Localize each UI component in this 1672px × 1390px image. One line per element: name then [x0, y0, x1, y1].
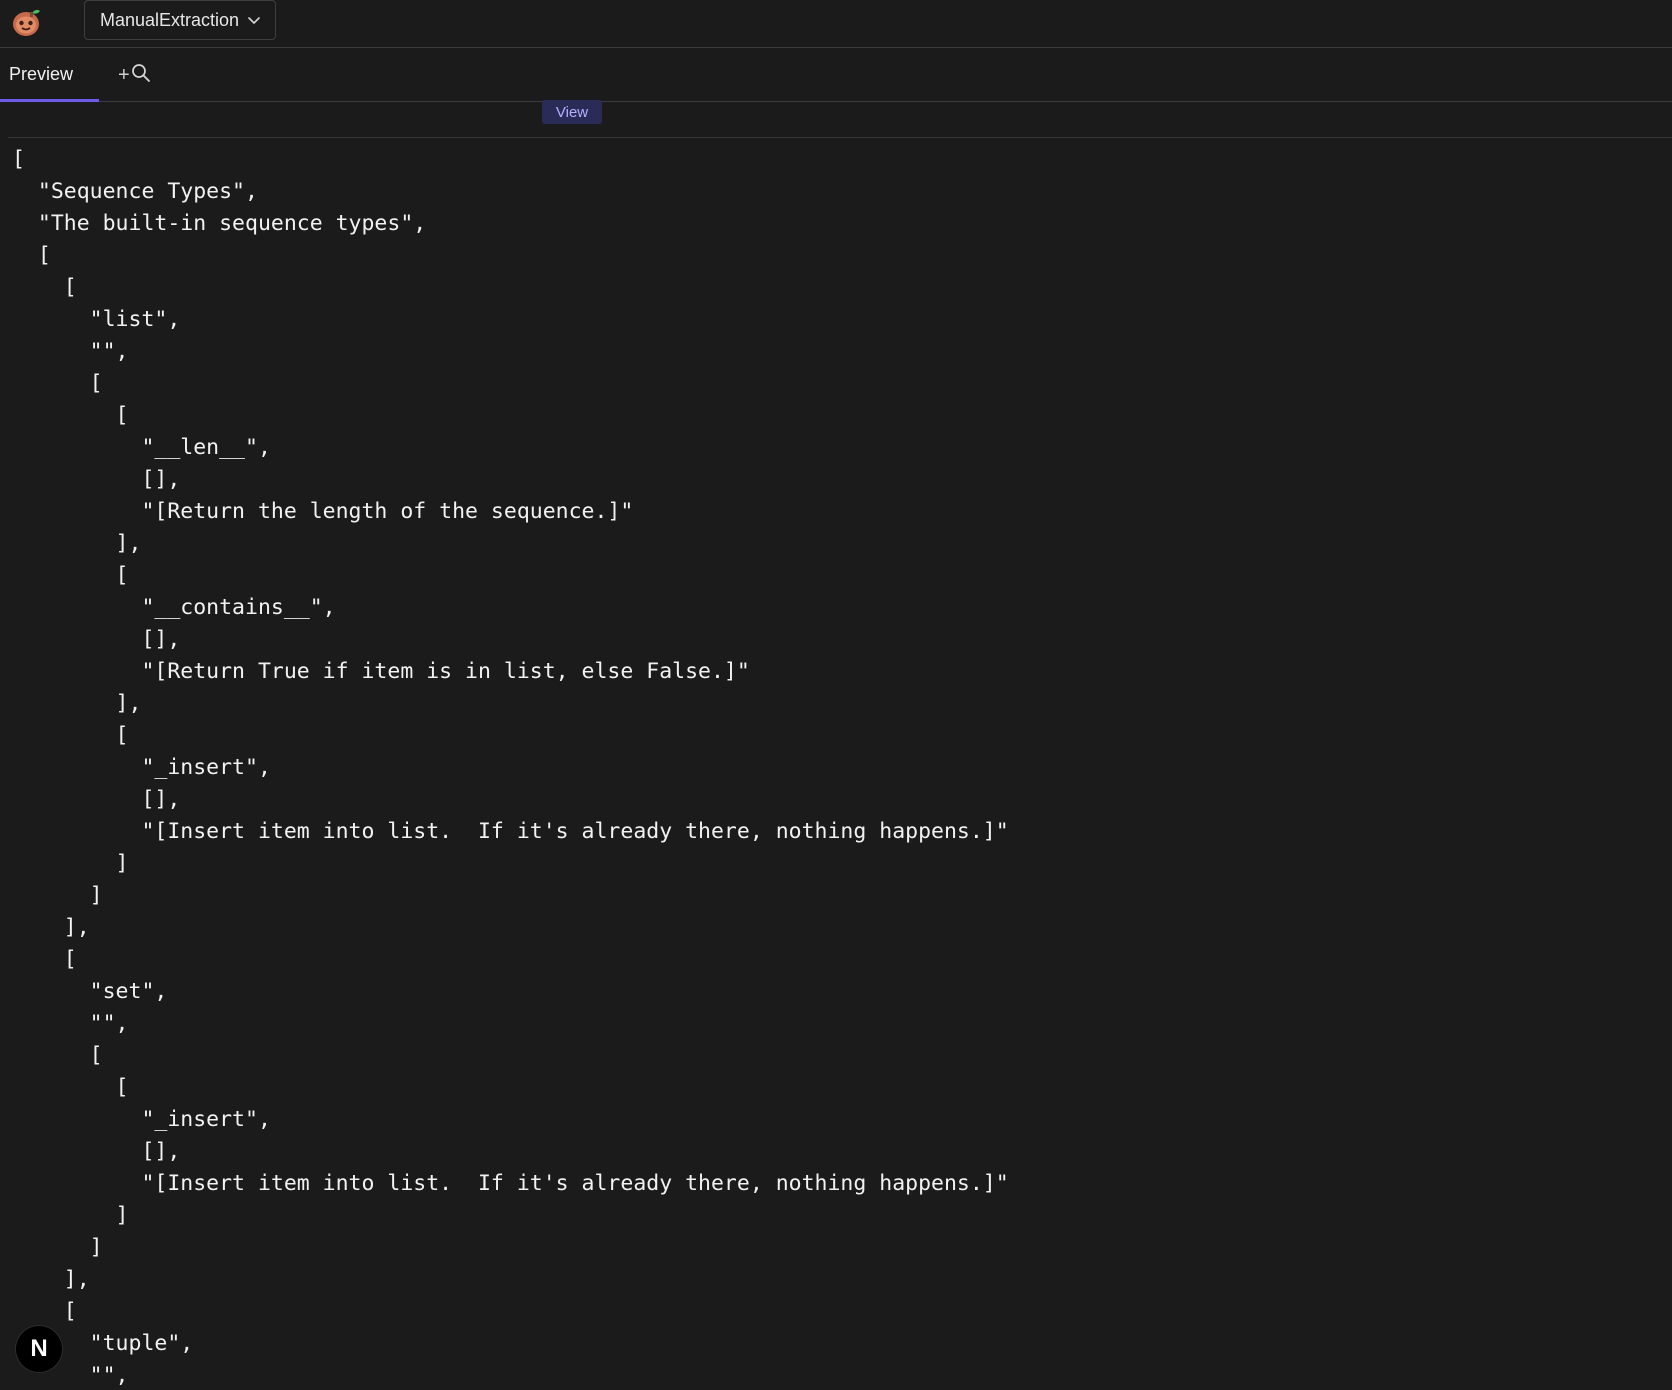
- preview-content: [ "Sequence Types", "The built-in sequen…: [0, 144, 1672, 1390]
- view-button[interactable]: View: [542, 100, 602, 124]
- project-selector[interactable]: ManualExtraction: [84, 0, 277, 40]
- add-search-button[interactable]: +: [118, 63, 154, 87]
- json-output: [ "Sequence Types", "The built-in sequen…: [12, 147, 1009, 1388]
- user-avatar[interactable]: N: [16, 1326, 62, 1372]
- avatar-initial: N: [30, 1335, 48, 1362]
- tab-preview[interactable]: Preview: [0, 48, 99, 102]
- tab-bar: Preview +: [0, 48, 1672, 102]
- chevron-down-icon: [247, 13, 261, 27]
- app-window: ManualExtraction Preview + View ["Seque…: [0, 0, 1672, 1390]
- project-selector-label: ManualExtraction: [100, 9, 240, 30]
- plus-icon: +: [118, 64, 130, 86]
- view-toolbar: View: [8, 100, 1672, 138]
- tab-preview-label: Preview: [9, 64, 74, 84]
- app-logo-icon[interactable]: [10, 6, 42, 38]
- search-icon: [131, 63, 151, 88]
- top-bar: ManualExtraction: [0, 0, 1672, 48]
